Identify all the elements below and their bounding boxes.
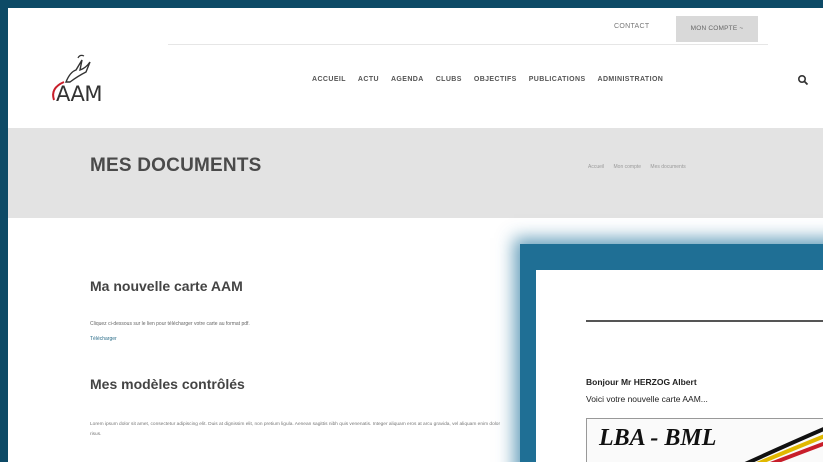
page-title-band: MES DOCUMENTS Accueil Mon compte Mes doc… (8, 128, 823, 218)
download-link[interactable]: Télécharger (90, 336, 117, 342)
breadcrumb-current: Mes documents (650, 164, 686, 170)
page-title: MES DOCUMENTS (90, 155, 262, 176)
divider (168, 44, 768, 45)
breadcrumb-home[interactable]: Accueil (588, 164, 604, 170)
card-preview: Bonjour Mr HERZOG Albert Voici votre nou… (536, 270, 823, 462)
nav-item-clubs[interactable]: CLUBS (436, 76, 462, 83)
nav-item-objectifs[interactable]: OBJECTIFS (474, 76, 517, 83)
greeting-text: Bonjour Mr HERZOG Albert (586, 377, 697, 387)
card-heading: Ma nouvelle carte AAM (90, 278, 243, 294)
account-button[interactable]: MON COMPTE ~ (676, 16, 758, 42)
card-logo: LBA - BML (599, 425, 717, 451)
nav-item-administration[interactable]: ADMINISTRATION (598, 76, 664, 83)
models-heading: Mes modèles contrôlés (90, 376, 245, 392)
logo[interactable]: AAM (48, 52, 118, 112)
nav-item-publications[interactable]: PUBLICATIONS (529, 76, 586, 83)
contact-link[interactable]: CONTACT (614, 23, 649, 30)
search-icon[interactable] (797, 74, 809, 86)
main-nav: ACCUEIL ACTU AGENDA CLUBS OBJECTIFS PUBL… (312, 76, 675, 83)
logo-text: AAM (56, 82, 102, 106)
nav-item-actu[interactable]: ACTU (358, 76, 379, 83)
nav-item-agenda[interactable]: AGENDA (391, 76, 424, 83)
top-bar: CONTACT MON COMPTE ~ (8, 8, 823, 48)
models-description: Lorem ipsum dolor sit amet, consectetur … (90, 422, 501, 437)
card-stripes-icon (744, 427, 823, 462)
new-card-text: Voici votre nouvelle carte AAM... (586, 394, 708, 404)
preview-divider (586, 320, 823, 322)
nav-item-accueil[interactable]: ACCUEIL (312, 76, 346, 83)
card-description: Cliquez ci-dessous sur le lien pour télé… (90, 321, 250, 327)
breadcrumb: Accueil Mon compte Mes documents (588, 164, 694, 170)
member-card-image: LBA - BML (586, 418, 823, 462)
browser-frame: CONTACT MON COMPTE ~ AAM ACCUEIL ACTU AG… (8, 8, 823, 462)
breadcrumb-account[interactable]: Mon compte (614, 164, 642, 170)
